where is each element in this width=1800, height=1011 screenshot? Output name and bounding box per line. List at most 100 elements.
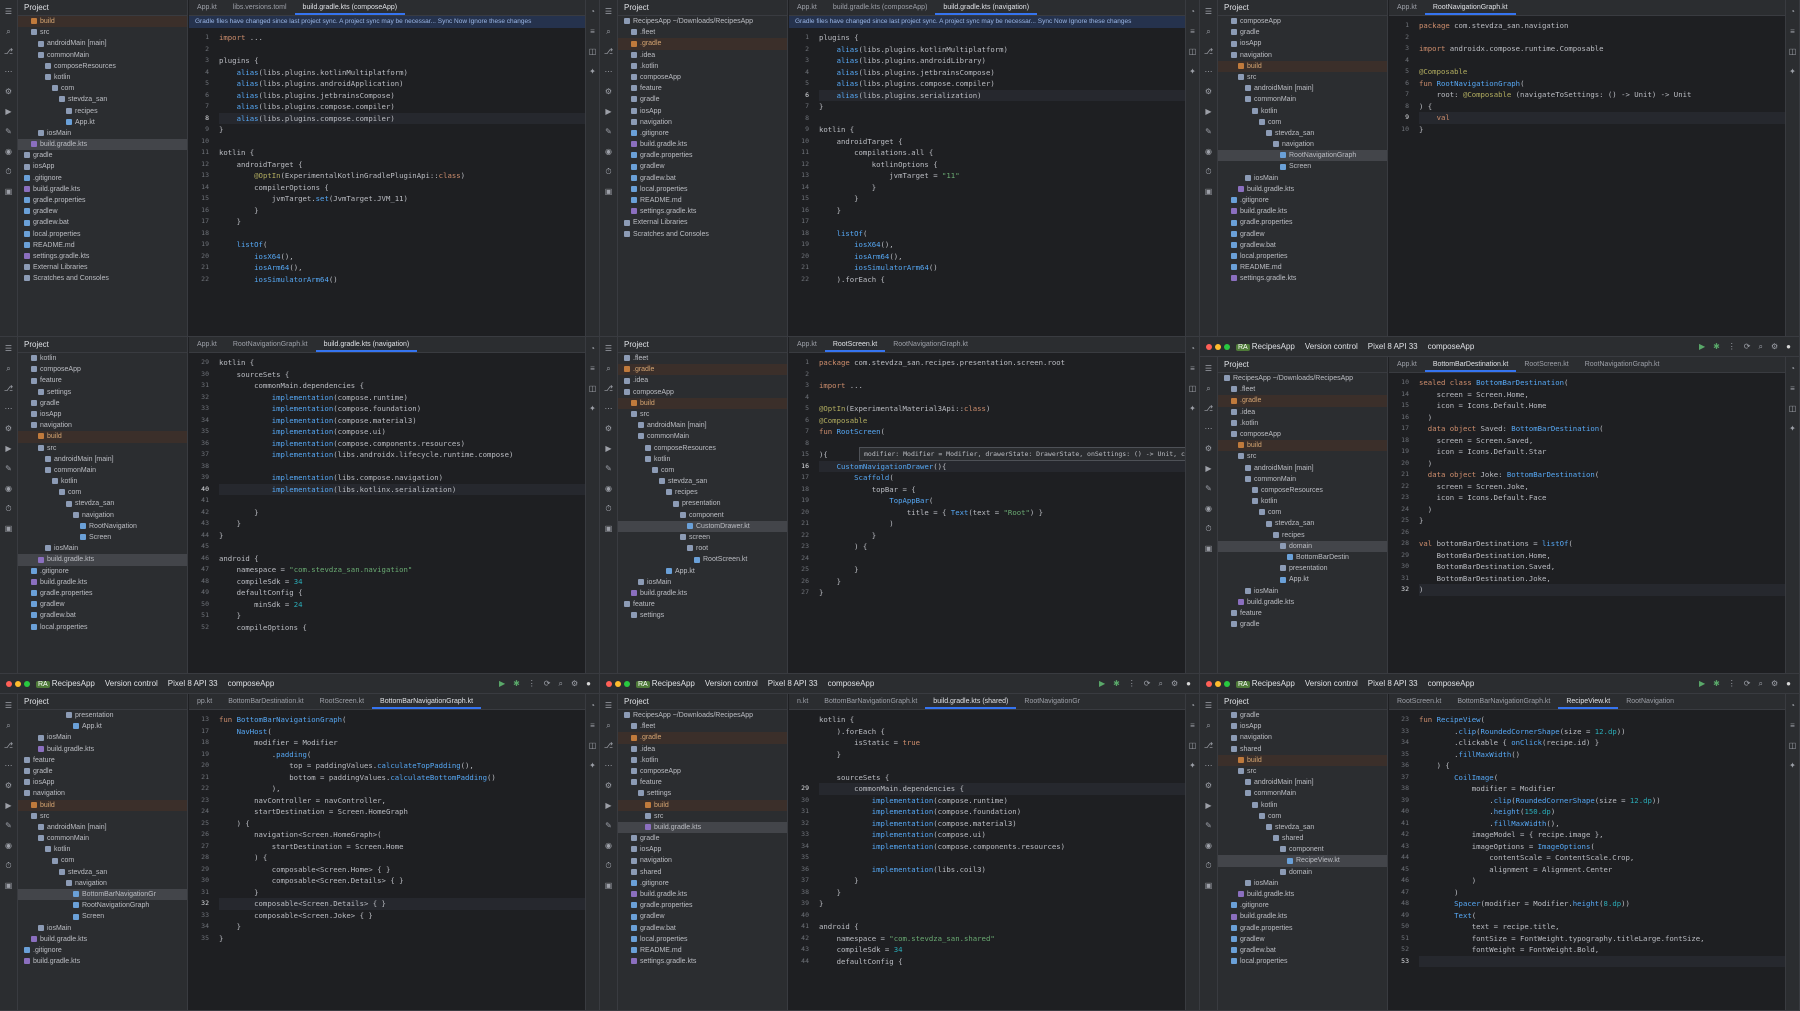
run-config-selector[interactable]: composeApp	[228, 679, 275, 688]
debug-icon[interactable]: ✱	[1713, 679, 1720, 689]
tree-item[interactable]: composeApp	[618, 766, 787, 777]
tree-item[interactable]: recipes	[18, 106, 187, 117]
tree-item[interactable]: build	[1218, 440, 1387, 452]
editor-tab[interactable]: RootScreen.kt	[1516, 357, 1576, 372]
device-manager-icon[interactable]: ◫	[1186, 381, 1199, 397]
code-line[interactable]: alias(libs.plugins.kotlinMultiplatform)	[819, 44, 1185, 56]
editor-tab[interactable]: RootNavigationGraph.kt	[885, 337, 976, 352]
more-icon[interactable]: ⋯	[0, 401, 17, 417]
code-line[interactable]: NavHost(	[219, 726, 585, 738]
code-line[interactable]: kotlin {	[819, 714, 1185, 726]
search-icon[interactable]: ⌕	[600, 361, 617, 377]
device-selector[interactable]: Pixel 8 API 33	[768, 679, 818, 688]
project-panel-header[interactable]: Project	[1218, 357, 1387, 373]
search-icon[interactable]: ⌕	[0, 718, 17, 734]
settings-icon[interactable]: ⚙	[1200, 441, 1217, 457]
assistant-icon[interactable]: ✦	[1786, 64, 1799, 80]
code-line[interactable]: ) {	[1419, 101, 1785, 113]
tree-item[interactable]: build.gradle.kts	[618, 139, 787, 150]
tree-item[interactable]: README.md	[618, 195, 787, 206]
code-line[interactable]: @Composable	[819, 415, 1185, 427]
assistant-icon[interactable]: ✦	[586, 758, 599, 774]
run-icon[interactable]: ▶	[499, 679, 505, 689]
run-icon[interactable]: ▶	[1699, 342, 1705, 352]
tree-item[interactable]: gradle	[618, 833, 787, 844]
avatar[interactable]: ●	[1186, 679, 1191, 689]
code-line[interactable]: bottom = paddingValues.calculateBottomPa…	[219, 772, 585, 784]
more-icon[interactable]: ⋯	[1200, 758, 1217, 774]
tree-item[interactable]: App.kt	[1218, 574, 1387, 585]
tree-item[interactable]: gradle.properties	[618, 900, 787, 911]
project-selector[interactable]: RA RecipesApp	[1236, 342, 1295, 351]
code-line[interactable]: }	[219, 507, 585, 519]
tree-item[interactable]: local.properties	[1218, 251, 1387, 262]
code-line[interactable]: iosArm64(),	[219, 262, 585, 274]
editor-tab[interactable]: build.gradle.kts (navigation)	[935, 0, 1038, 15]
project-icon[interactable]: ☰	[0, 341, 17, 357]
vcs-icon[interactable]: ⎇	[0, 44, 17, 60]
tree-item[interactable]: kotlin	[18, 353, 187, 364]
code-line[interactable]: ).forEach {	[819, 726, 1185, 738]
history-icon[interactable]: ⏱	[0, 164, 17, 180]
tree-item[interactable]: local.properties	[618, 184, 787, 195]
code-line[interactable]: CoilImage(	[1419, 772, 1785, 784]
code-line[interactable]: )	[1419, 458, 1785, 470]
edit-icon[interactable]: ✎	[0, 818, 17, 834]
tree-item[interactable]: com	[1218, 507, 1387, 518]
project-panel-header[interactable]: Project	[618, 337, 787, 353]
editor-tab[interactable]: RootScreen.kt	[824, 337, 886, 352]
tree-item[interactable]: .idea	[618, 744, 787, 755]
more-icon[interactable]: ⋮	[1728, 679, 1736, 689]
code-line[interactable]: ) {	[819, 541, 1185, 553]
settings-icon[interactable]: ⚙	[1771, 342, 1778, 352]
tree-item[interactable]: commonMain	[18, 50, 187, 61]
code-line[interactable]: compileSdk = 34	[219, 576, 585, 588]
tree-item[interactable]: src	[18, 811, 187, 822]
code-line[interactable]: }	[219, 933, 585, 945]
tree-item[interactable]: feature	[618, 777, 787, 788]
debug-icon[interactable]: ✱	[1713, 342, 1720, 352]
code-line[interactable]: }	[219, 216, 585, 228]
tree-item[interactable]: stevdza_san	[18, 94, 187, 105]
avatar[interactable]: ●	[1786, 679, 1791, 689]
notifications-icon[interactable]: ◔	[586, 4, 599, 20]
code-line[interactable]	[819, 113, 1185, 125]
code-line[interactable]: plugins {	[219, 55, 585, 67]
tree-item[interactable]: feature	[618, 599, 787, 610]
device-selector[interactable]: Pixel 8 API 33	[1368, 342, 1418, 351]
tree-item[interactable]: build.gradle.kts	[1218, 184, 1387, 195]
tree-item[interactable]: .idea	[1218, 407, 1387, 418]
code-line[interactable]: val	[1419, 112, 1785, 124]
code-line[interactable]: Text(	[1419, 910, 1785, 922]
tree-item[interactable]: RecipesApp ~/Downloads/RecipesApp	[618, 710, 787, 721]
window-controls[interactable]	[1206, 680, 1230, 687]
tree-item[interactable]: build.gradle.kts	[18, 744, 187, 755]
tree-item[interactable]: feature	[1218, 608, 1387, 619]
code-line[interactable]: iosX64(),	[819, 239, 1185, 251]
tree-item[interactable]: build.gradle.kts	[618, 889, 787, 900]
tree-item[interactable]: .gradle	[618, 38, 787, 50]
code-line[interactable]: ),	[219, 783, 585, 795]
code-line[interactable]: )	[1419, 412, 1785, 424]
tree-item[interactable]: navigation	[1218, 732, 1387, 743]
tree-item[interactable]: Scratches and Consoles	[618, 229, 787, 240]
close-dot[interactable]	[1206, 680, 1212, 687]
tree-item[interactable]: stevdza_san	[1218, 128, 1387, 139]
code-line[interactable]: navigation<Screen.HomeGraph>(	[219, 829, 585, 841]
code-line[interactable]: imageModel = { recipe.image },	[1419, 829, 1785, 841]
tree-item[interactable]: androidMain [main]	[1218, 463, 1387, 474]
tree-item[interactable]: presentation	[618, 498, 787, 509]
tree-item[interactable]: iosApp	[18, 777, 187, 788]
notifications-icon[interactable]: ◔	[1186, 4, 1199, 20]
tree-item[interactable]: .fleet	[618, 353, 787, 364]
tree-item[interactable]: build	[1218, 60, 1387, 72]
more-icon[interactable]: ⋯	[1200, 64, 1217, 80]
tree-item[interactable]: gradlew.bat	[1218, 240, 1387, 251]
tree-item[interactable]: build	[1218, 754, 1387, 766]
code-line[interactable]: kotlin {	[819, 124, 1185, 136]
tree-item[interactable]: iosApp	[18, 409, 187, 420]
code-line[interactable]: icon = Icons.Default.Face	[1419, 492, 1785, 504]
code-line[interactable]: listOf(	[219, 239, 585, 251]
code-line[interactable]: }	[819, 205, 1185, 217]
tree-item[interactable]: gradle	[18, 766, 187, 777]
